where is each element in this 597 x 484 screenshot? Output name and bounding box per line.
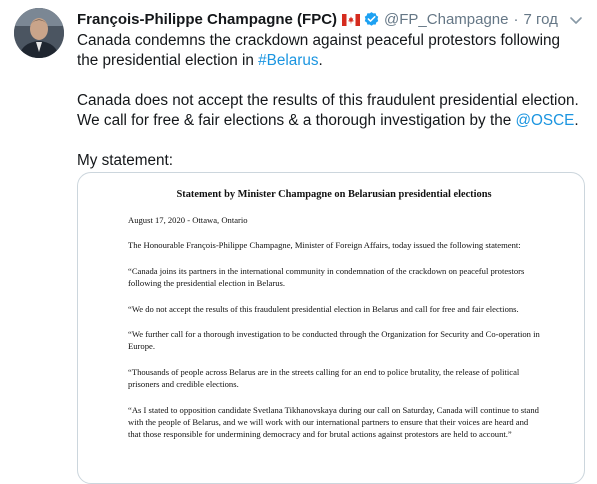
text-segment: Canada does not accept the results of th… [77, 92, 579, 129]
tweet-line: My statement: [77, 152, 174, 169]
statement-paragraph: The Honourable François-Philippe Champag… [128, 240, 521, 251]
hashtag-link[interactable]: #Belarus [258, 52, 318, 69]
canada-flag-icon [342, 13, 361, 26]
statement-paragraph: “Thousands of people across Belarus are … [128, 366, 520, 390]
verified-badge-icon [363, 11, 380, 28]
text-segment: . [318, 52, 323, 69]
statement-title: Statement by Minister Champagne on Belar… [176, 189, 492, 200]
author-name[interactable]: François-Philippe Champagne (FPC) [77, 11, 337, 28]
mention-link[interactable]: @OSCE [515, 112, 574, 129]
statement-paragraph: “As I stated to opposition candidate Sve… [128, 404, 539, 440]
statement-paragraph: “Canada joins its partners in the intern… [128, 265, 525, 289]
tweet-line: Canada does not accept the results of th… [77, 91, 585, 131]
tweet-line: Canada condemns the crackdown against pe… [77, 31, 585, 71]
tweet-content: François-Philippe Champagne (FPC) @FP_Ch… [77, 8, 585, 484]
statement-document: Statement by Minister Champagne on Belar… [128, 189, 540, 454]
statement-paragraph: “We do not accept the results of this fr… [128, 303, 519, 314]
avatar-image [14, 8, 64, 58]
statement-paragraph: “We further call for a thorough investig… [128, 329, 540, 352]
tweet-header: François-Philippe Champagne (FPC) @FP_Ch… [77, 8, 585, 30]
text-segment: . [574, 112, 579, 129]
tweet-text: Canada condemns the crackdown against pe… [77, 31, 585, 171]
avatar[interactable] [14, 8, 64, 58]
author-handle[interactable]: @FP_Champagne [384, 11, 508, 28]
media-card[interactable]: Statement by Minister Champagne on Belar… [77, 172, 585, 484]
statement-dateline: August 17, 2020 - Ottawa, Ontario [128, 215, 248, 225]
chevron-down-icon[interactable] [567, 11, 585, 29]
tweet-timestamp[interactable]: 7 год [524, 11, 558, 28]
separator-dot: · [513, 10, 519, 28]
tweet: François-Philippe Champagne (FPC) @FP_Ch… [0, 0, 597, 484]
